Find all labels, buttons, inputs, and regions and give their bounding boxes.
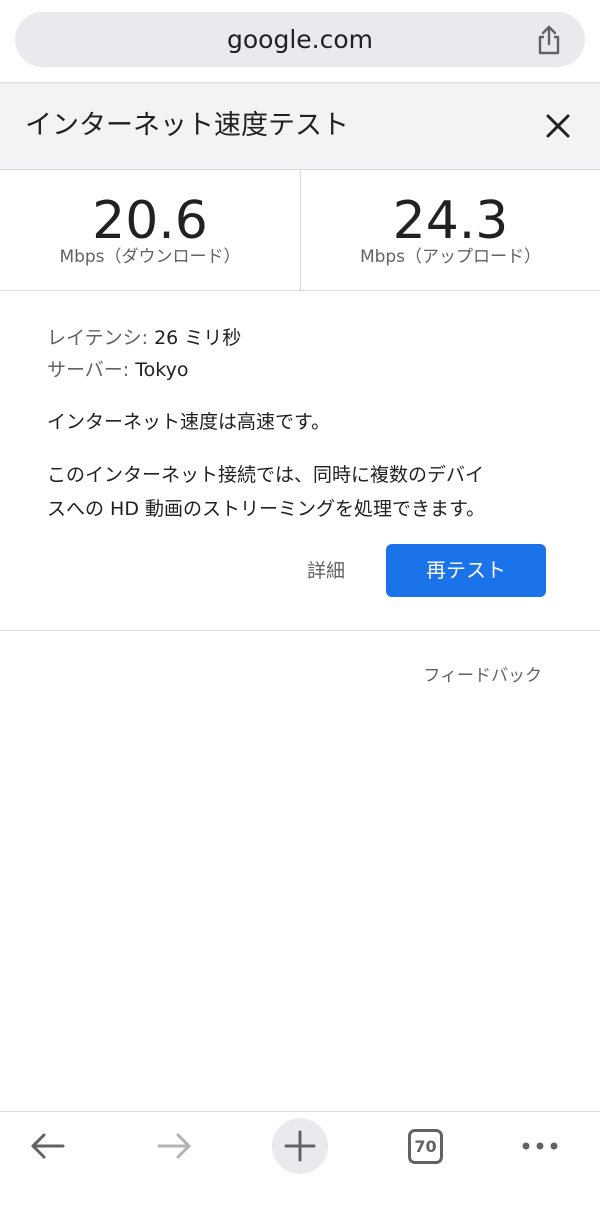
back-arrow-icon[interactable] — [18, 1118, 78, 1178]
address-bar: google.com — [0, 0, 600, 83]
result-details: レイテンシ: 26 ミリ秒 サーバー: Tokyo インターネット速度は高速です… — [47, 322, 557, 526]
feedback-link[interactable]: フィードバック — [423, 662, 542, 690]
server-value: Tokyo — [135, 359, 189, 381]
page-title: インターネット速度テスト — [25, 110, 349, 141]
speed-description: このインターネット接続では、同時に複数のデバイ スへの HD 動画のストリーミン… — [47, 458, 557, 526]
latency-value: 26 ミリ秒 — [154, 327, 242, 349]
download-speed-value: 20.6 — [92, 191, 208, 251]
more-dots-icon[interactable] — [510, 1118, 570, 1178]
server-label: サーバー: — [47, 359, 130, 381]
latency-line: レイテンシ: 26 ミリ秒 — [47, 322, 557, 354]
upload-speed-value: 24.3 — [392, 191, 509, 251]
result-actions: 詳細 再テスト — [0, 544, 600, 598]
latency-label: レイテンシ: — [47, 327, 149, 349]
forward-arrow-icon[interactable] — [144, 1118, 204, 1178]
description-line-2: スへの HD 動画のストリーミングを処理できます。 — [47, 498, 486, 520]
retest-button[interactable]: 再テスト — [386, 544, 546, 597]
speedtest-header: インターネット速度テスト — [0, 83, 600, 170]
tab-switcher-icon[interactable]: 70 — [408, 1129, 443, 1164]
close-icon[interactable] — [542, 110, 574, 142]
speed-summary: インターネット速度は高速です。 — [47, 411, 331, 433]
share-icon[interactable] — [535, 25, 563, 55]
download-result: 20.6 Mbps（ダウンロード） — [0, 170, 300, 290]
plus-icon — [284, 1130, 316, 1162]
description-line-1: このインターネット接続では、同時に複数のデバイ — [47, 464, 485, 486]
bottom-toolbar: 70 — [0, 1111, 600, 1212]
new-tab-button[interactable] — [272, 1118, 328, 1174]
download-speed-unit: Mbps（ダウンロード） — [59, 247, 241, 267]
url-field[interactable]: google.com — [15, 12, 585, 67]
upload-result: 24.3 Mbps（アップロード） — [300, 170, 600, 290]
url-text: google.com — [227, 25, 373, 54]
divider — [0, 630, 600, 631]
speed-results: 20.6 Mbps（ダウンロード） 24.3 Mbps（アップロード） — [0, 170, 600, 291]
server-line: サーバー: Tokyo — [47, 354, 557, 386]
upload-speed-unit: Mbps（アップロード） — [359, 247, 542, 267]
details-button[interactable]: 詳細 — [288, 544, 364, 598]
